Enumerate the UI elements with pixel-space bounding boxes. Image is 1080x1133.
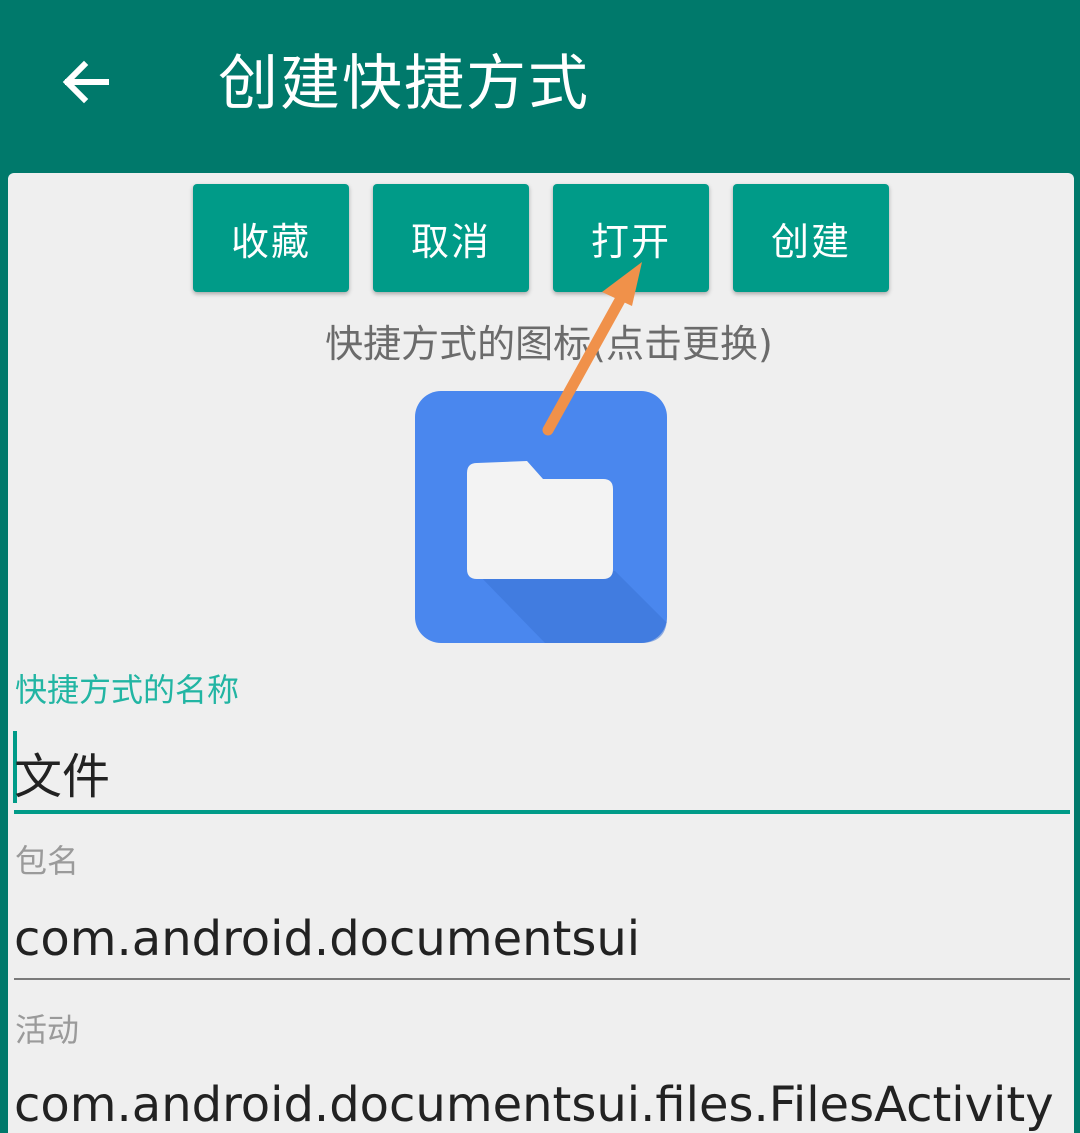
arrow-left-icon[interactable] — [56, 52, 116, 112]
create-button[interactable]: 创建 — [733, 184, 889, 292]
activity-input[interactable]: com.android.documentsui.files.FilesActiv… — [14, 1077, 1054, 1133]
folder-icon[interactable] — [415, 391, 667, 643]
name-field-label: 快捷方式的名称 — [15, 671, 240, 709]
package-input-underline — [14, 978, 1070, 980]
open-button[interactable]: 打开 — [553, 184, 709, 292]
name-input-underline — [14, 810, 1070, 814]
icon-caption: 快捷方式的图标(点击更换) — [325, 322, 773, 366]
cancel-button[interactable]: 取消 — [373, 184, 529, 292]
package-field-label: 包名 — [15, 842, 80, 880]
activity-field-label: 活动 — [15, 1011, 80, 1049]
shortcut-form-card: 收藏 取消 打开 创建 快捷方式的图标(点击更换) 快捷方式的名称 文件 包名 … — [8, 173, 1074, 1133]
favorite-button[interactable]: 收藏 — [193, 184, 349, 292]
app-bar: 创建快捷方式 — [0, 0, 1080, 172]
name-input[interactable]: 文件 — [14, 737, 110, 807]
page-title: 创建快捷方式 — [218, 49, 590, 119]
package-input[interactable]: com.android.documentsui — [14, 911, 640, 967]
